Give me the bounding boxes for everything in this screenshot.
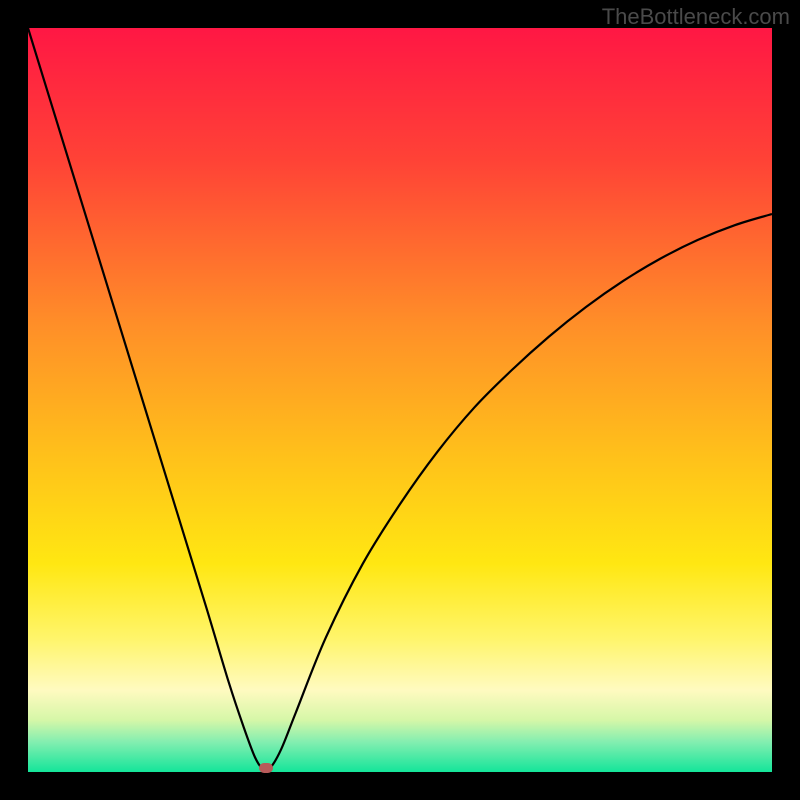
watermark: TheBottleneck.com — [602, 4, 790, 30]
plot-area — [28, 28, 772, 772]
chart-container: TheBottleneck.com — [0, 0, 800, 800]
bottleneck-curve — [28, 28, 772, 770]
plot-frame — [28, 28, 772, 772]
optimal-point-marker — [259, 763, 273, 773]
curve-layer — [28, 28, 772, 772]
